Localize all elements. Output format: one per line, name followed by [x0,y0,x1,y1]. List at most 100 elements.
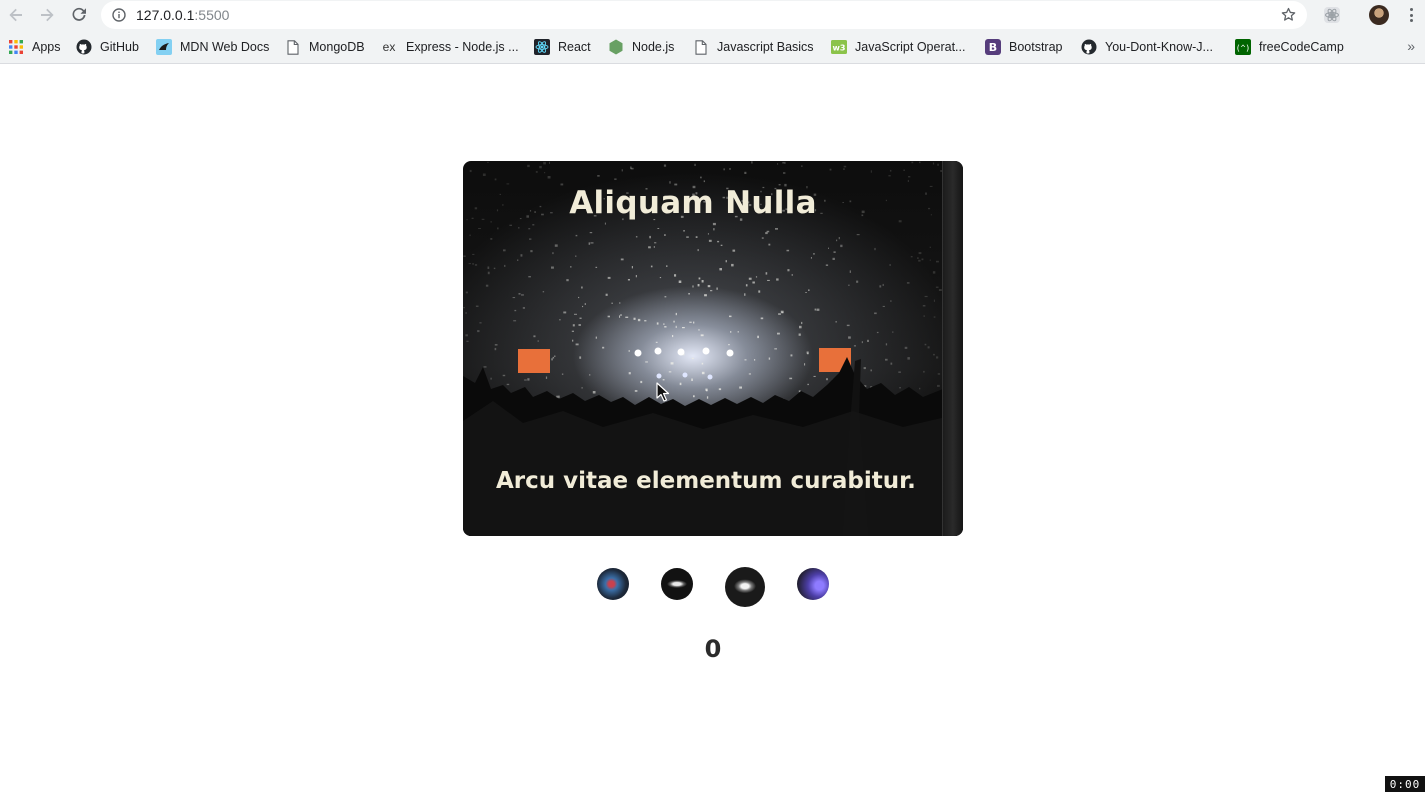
profile-avatar[interactable] [1369,5,1389,25]
confetti-speck [863,367,866,370]
confetti-speck [826,378,828,381]
confetti-speck [532,224,535,226]
url-text: 127.0.0.1:5500 [136,7,229,23]
thumbnail-2[interactable] [661,568,693,600]
confetti-speck [465,334,468,337]
confetti-speck [885,358,888,361]
confetti-speck [910,256,913,258]
bookmark-nodejs[interactable]: Node.js [608,30,680,64]
react-icon [534,39,550,55]
confetti-speck [487,266,490,269]
url-host: 127.0.0.1 [136,7,195,23]
confetti-speck [918,259,921,262]
confetti-speck [719,268,722,271]
bookmark-freecodecamp[interactable]: (^) freeCodeCamp [1235,30,1350,64]
bookmark-express[interactable]: ex Express - Node.js ... [380,30,525,64]
image-slider[interactable]: Aliquam Nulla Arcu vitae elementum curab… [463,161,963,536]
confetti-speck [630,167,634,170]
bookmark-bootstrap[interactable]: B Bootstrap [985,30,1069,64]
confetti-speck [707,285,711,288]
confetti-speck [737,331,739,333]
confetti-speck [472,253,475,255]
confetti-speck [813,375,816,377]
confetti-speck [922,305,926,307]
page-icon [693,39,709,55]
info-icon[interactable] [111,7,127,23]
bookmark-mdn[interactable]: MDN Web Docs [156,30,275,64]
reload-icon [72,7,86,21]
confetti-speck [732,249,736,252]
bootstrap-icon: B [985,39,1001,55]
confetti-speck [835,321,837,323]
confetti-speck [691,357,694,360]
bookmark-javascript-basics[interactable]: Javascript Basics [693,30,820,64]
confetti-speck [701,362,704,365]
confetti-speck [843,168,845,170]
confetti-speck [656,322,659,325]
confetti-speck [575,234,578,237]
confetti-speck [635,275,637,278]
confetti-speck [775,228,778,230]
bookmark-mongodb[interactable]: MongoDB [285,30,371,64]
confetti-speck [892,331,894,333]
svg-text:w3: w3 [833,44,846,53]
confetti-speck [502,374,506,377]
confetti-speck [579,317,582,319]
thumbnail-1[interactable] [597,568,629,600]
confetti-speck [494,178,497,181]
confetti-speck [765,232,768,235]
bookmark-js-operators[interactable]: w3 JavaScript Operat... [831,30,971,64]
bookmark-label: MDN Web Docs [180,40,270,54]
confetti-speck [607,276,611,279]
confetti-speck [504,264,506,267]
chevron-double-right-icon[interactable]: » [1407,38,1415,54]
confetti-speck [698,329,700,331]
confetti-speck [825,264,829,266]
confetti-speck [477,330,480,333]
apps-grid-icon [8,39,24,55]
confetti-speck [778,313,781,315]
confetti-speck [566,279,569,282]
address-bar[interactable]: 127.0.0.1:5500 [101,1,1307,29]
confetti-speck [655,341,658,343]
confetti-speck [522,307,525,309]
confetti-speck [889,264,891,266]
confetti-speck [870,170,872,173]
confetti-speck [774,348,777,350]
confetti-speck [933,299,935,302]
bookmark-ydkjs[interactable]: You-Dont-Know-J... [1081,30,1219,64]
confetti-speck [701,280,704,283]
confetti-speck [578,324,581,326]
confetti-speck [463,255,466,257]
bookmark-react[interactable]: React [534,30,597,64]
confetti-speck [783,172,786,174]
confetti-speck [570,266,572,268]
forward-button[interactable] [31,0,63,30]
more-menu-icon[interactable] [1404,6,1418,24]
confetti-speck [482,173,486,176]
confetti-speck [908,176,911,178]
confetti-speck [666,265,668,267]
bookmark-apps[interactable]: Apps [8,30,67,64]
thumbnail-4[interactable] [797,568,829,600]
confetti-speck [662,379,665,381]
confetti-speck [547,176,551,179]
confetti-speck [688,293,690,295]
extension-icon[interactable] [1322,5,1342,30]
confetti-speck [924,295,928,298]
back-button[interactable] [0,0,32,30]
thumbnail-3-active[interactable] [725,567,765,607]
confetti-speck [669,181,671,184]
bookmark-star-icon[interactable] [1280,6,1297,26]
confetti-speck [717,240,720,243]
confetti-speck [579,356,582,359]
confetti-speck [856,280,859,283]
bookmark-github[interactable]: GitHub [76,30,145,64]
confetti-speck [672,335,674,338]
confetti-speck [653,246,655,248]
confetti-speck [856,234,860,236]
confetti-speck [874,312,877,315]
confetti-speck [543,161,546,165]
confetti-speck [801,165,803,167]
reload-button[interactable] [63,0,95,30]
